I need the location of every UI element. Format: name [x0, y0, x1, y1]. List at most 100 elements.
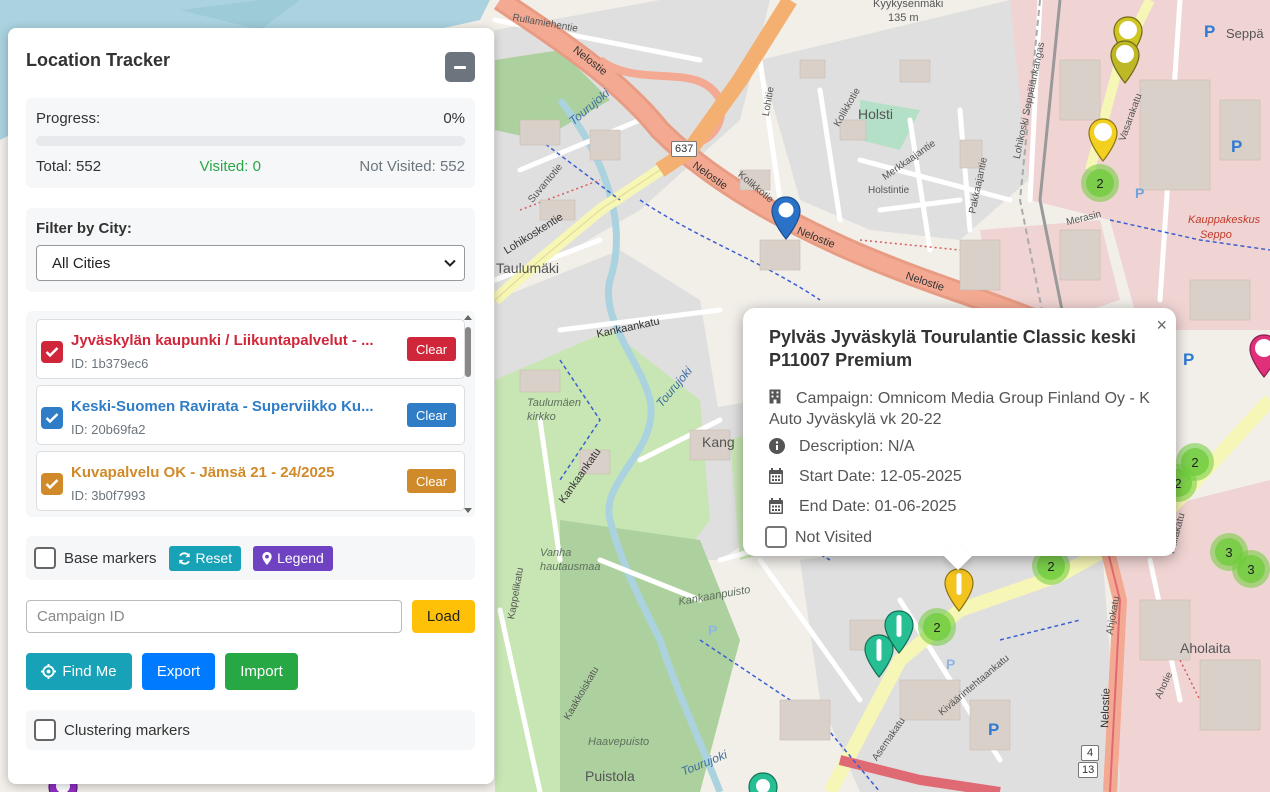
- popup-start-row: Start Date: 12-05-2025: [769, 466, 1150, 490]
- calendar-icon: [769, 468, 783, 484]
- campaign-name: Kuvapalvelu OK - Jämsä 21 - 24/2025: [71, 464, 335, 481]
- map-label-puistola: Puistola: [585, 768, 635, 784]
- campaign-name: Keski-Suomen Ravirata - Superviikko Ku..…: [71, 398, 374, 415]
- list-scrollbar[interactable]: [463, 315, 473, 513]
- campaign-id: ID: 20b69fa2: [71, 422, 146, 437]
- marker-cluster[interactable]: 2: [918, 608, 956, 646]
- parking-icon: P: [1183, 350, 1195, 369]
- parking-icon: P: [1204, 22, 1216, 41]
- map-pin-yellow-selected[interactable]: [944, 568, 974, 612]
- campaign-id-input[interactable]: Campaign ID: [26, 600, 402, 633]
- map-label-taulumaki: Taulumäki: [496, 260, 560, 276]
- info-circle-icon: [769, 438, 785, 454]
- campaign-id: ID: 3b0f7993: [71, 488, 146, 503]
- popup-description: Description: N/A: [799, 438, 915, 455]
- visited-checkbox[interactable]: [765, 526, 787, 548]
- scroll-down-icon[interactable]: [464, 508, 472, 513]
- building-icon: [769, 389, 781, 404]
- campaign-checkbox[interactable]: [41, 407, 63, 429]
- checkmark-icon: [45, 413, 59, 424]
- minimize-button[interactable]: [445, 52, 475, 82]
- map-label-nelostie-vertical: Nelostie: [1099, 687, 1113, 729]
- minus-icon: [454, 65, 466, 69]
- parking-icon: P: [708, 622, 718, 638]
- popup-campaign-row: Campaign: Omnicom Media Group Finland Oy…: [769, 388, 1150, 430]
- campaign-item[interactable]: Jyväskylän kaupunki / Liikuntapalvelut -…: [36, 319, 465, 379]
- road-shield-13: 13: [1078, 762, 1099, 778]
- campaign-checkbox[interactable]: [41, 341, 63, 363]
- progress-percent: 0%: [443, 110, 465, 127]
- parking-icon: P: [1231, 137, 1243, 156]
- map-marker-icon: [262, 551, 272, 565]
- visited-label: Not Visited: [795, 528, 873, 546]
- campaign-load-row: Campaign ID Load: [26, 600, 475, 633]
- legend-label: Legend: [277, 550, 324, 566]
- clustering-checkbox[interactable]: [34, 719, 56, 741]
- find-me-button[interactable]: Find Me: [26, 653, 132, 690]
- map-label-elevation: 135 m: [888, 12, 919, 24]
- export-button[interactable]: Export: [142, 653, 215, 690]
- map-pin-teal[interactable]: [864, 634, 894, 678]
- import-button[interactable]: Import: [225, 653, 298, 690]
- popup-description-row: Description: N/A: [769, 436, 1150, 460]
- find-me-label: Find Me: [62, 663, 117, 680]
- reset-button[interactable]: Reset: [168, 545, 242, 571]
- visited-count: Visited: 0: [199, 158, 261, 175]
- map-label-aholaita: Aholaita: [1180, 640, 1231, 656]
- map-label-vanha-hautausmaa: Vanha hautausmaa: [540, 547, 601, 573]
- campaign-name: Jyväskylän kaupunki / Liikuntapalvelut -…: [71, 332, 374, 349]
- filter-section: Filter by City: All Cities: [26, 208, 475, 292]
- reset-label: Reset: [195, 550, 233, 566]
- map-label-seppa: Seppä: [1226, 26, 1264, 41]
- map-pin-magenta[interactable]: [1249, 334, 1270, 378]
- panel-title: Location Tracker: [26, 50, 171, 70]
- popup-close-button[interactable]: ×: [1156, 315, 1167, 336]
- map-label-haavepuisto: Haavepuisto: [588, 736, 650, 748]
- marker-cluster[interactable]: 3: [1232, 550, 1270, 588]
- popup-campaign: Campaign: Omnicom Media Group Finland Oy…: [769, 390, 1150, 428]
- progress-label: Progress:: [36, 110, 101, 127]
- refresh-icon: [178, 551, 190, 565]
- base-markers-label: Base markers: [64, 549, 157, 567]
- marker-cluster[interactable]: 2: [1081, 164, 1119, 202]
- map-pin-yellow[interactable]: [1088, 118, 1118, 162]
- popup-end-date: End Date: 01-06-2025: [799, 498, 957, 515]
- clear-campaign-button[interactable]: Clear: [407, 469, 456, 493]
- campaign-item[interactable]: Keski-Suomen Ravirata - Superviikko Ku..…: [36, 385, 465, 445]
- clear-campaign-button[interactable]: Clear: [407, 337, 456, 361]
- map-pin-teal[interactable]: [748, 772, 778, 792]
- map-label-kyykysenmaki: Kyykysenmäki: [873, 0, 944, 10]
- chevron-down-icon: [444, 259, 456, 267]
- crosshairs-icon: [41, 664, 57, 679]
- city-select[interactable]: All Cities: [36, 245, 465, 281]
- campaign-item[interactable]: Kuvapalvelu OK - Jämsä 21 - 24/2025 ID: …: [36, 451, 465, 511]
- campaign-list[interactable]: Jyväskylän kaupunki / Liikuntapalvelut -…: [26, 311, 475, 517]
- clear-campaign-button[interactable]: Clear: [407, 403, 456, 427]
- campaign-id: ID: 1b379ec6: [71, 356, 149, 371]
- popup-end-row: End Date: 01-06-2025: [769, 496, 1150, 520]
- marker-popup: × Pylväs Jyväskylä Tourulantie Classic k…: [743, 308, 1176, 571]
- load-button[interactable]: Load: [412, 600, 475, 633]
- map-label-holsti: Holsti: [858, 106, 894, 122]
- calendar-icon: [769, 498, 783, 514]
- legend-button[interactable]: Legend: [253, 545, 333, 571]
- scroll-up-icon[interactable]: [464, 315, 472, 320]
- popup-start-date: Start Date: 12-05-2025: [799, 468, 962, 485]
- checkmark-icon: [45, 347, 59, 358]
- not-visited-count: Not Visited: 552: [359, 158, 465, 175]
- clustering-label: Clustering markers: [64, 721, 190, 739]
- map-label-kangas: Kang: [702, 434, 735, 450]
- map-pin-blue[interactable]: [771, 196, 801, 240]
- map-pin-olive[interactable]: [1110, 40, 1140, 84]
- map-label-taulumaen-kirkko: Taulumäen kirkko: [527, 397, 582, 423]
- parking-icon: P: [988, 720, 1000, 739]
- map-label-holstintie: Holstintie: [868, 185, 910, 196]
- parking-icon: P: [946, 656, 956, 672]
- clustering-section: Clustering markers: [26, 710, 475, 750]
- map-label-seppo: Seppo: [1200, 229, 1232, 241]
- progress-section: Progress: 0% Total: 552 Visited: 0 Not V…: [26, 98, 475, 188]
- campaign-checkbox[interactable]: [41, 473, 63, 495]
- map-label-kauppakeskus: Kauppakeskus: [1188, 214, 1261, 226]
- base-markers-checkbox[interactable]: [34, 547, 56, 569]
- scroll-thumb[interactable]: [465, 327, 471, 377]
